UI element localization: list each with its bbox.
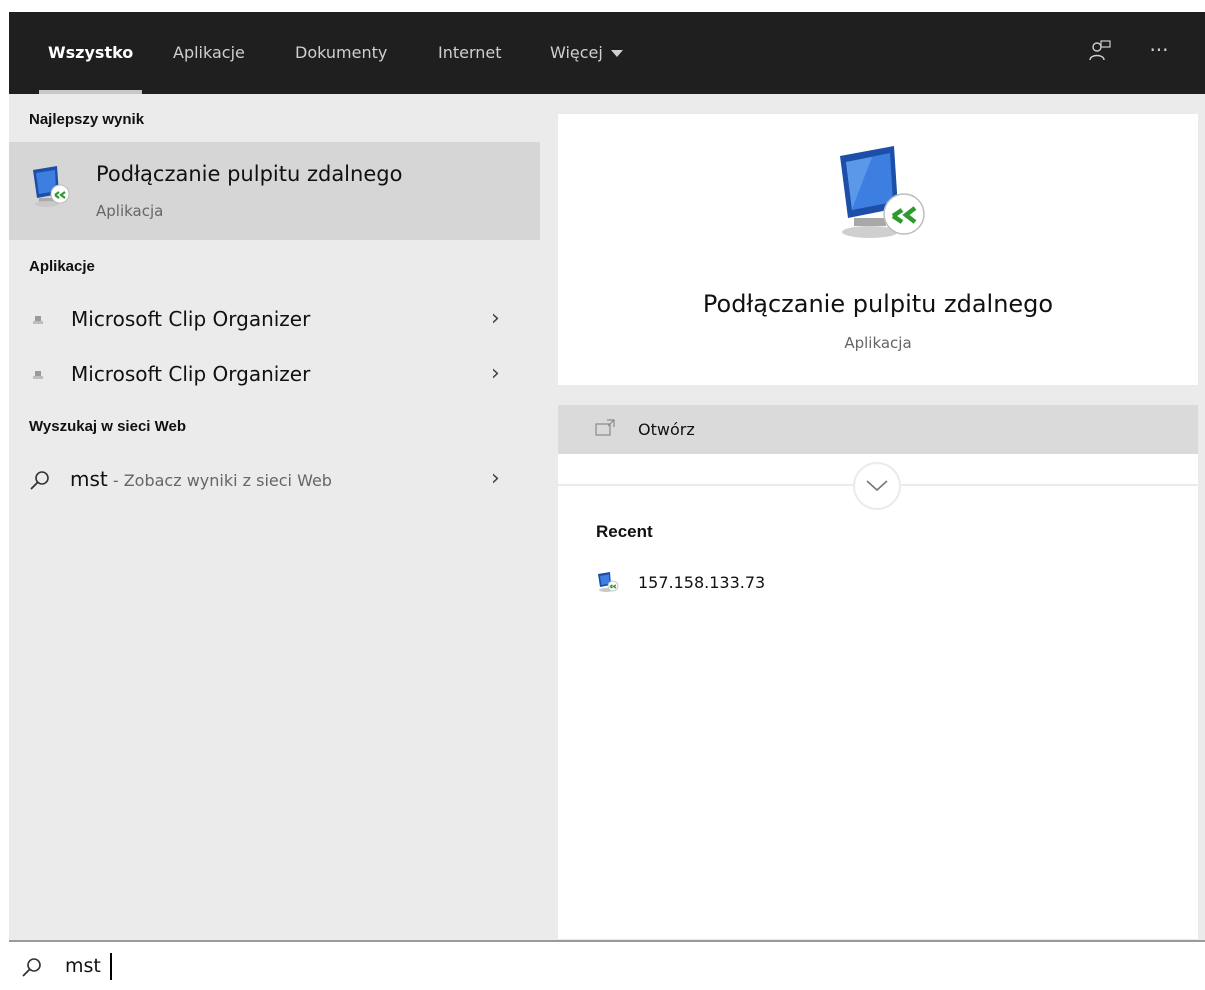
preview-subtitle: Aplikacja	[844, 334, 912, 352]
web-search-term: mst	[70, 467, 108, 491]
remote-desktop-icon	[598, 572, 619, 592]
tab-all[interactable]: Wszystko	[38, 12, 143, 94]
tab-more-label: Więcej	[550, 43, 603, 62]
search-icon	[22, 958, 41, 977]
remote-desktop-icon	[840, 146, 925, 238]
preview-pane: Podłączanie pulpitu zdalnego Aplikacja O…	[540, 94, 1205, 940]
top-strip	[0, 0, 1205, 12]
feedback-icon-graphic	[1089, 40, 1111, 61]
more-options-icon[interactable]: ···	[1145, 39, 1173, 67]
list-item-label: Microsoft Clip Organizer	[71, 362, 311, 386]
search-input[interactable]	[65, 951, 665, 981]
search-icon	[30, 471, 49, 490]
text-cursor	[110, 953, 112, 980]
recent-item[interactable]: 157.158.133.73	[590, 564, 890, 600]
caret-down-icon	[610, 50, 623, 57]
open-button[interactable]: Otwórz	[558, 405, 1198, 454]
expand-button[interactable]	[853, 462, 901, 510]
search-box	[9, 940, 1205, 990]
list-item-clip-organizer-1[interactable]: Microsoft Clip Organizer ›	[9, 294, 540, 346]
preview-title: Podłączanie pulpitu zdalnego	[702, 290, 1054, 318]
search-filter-bar: Wszystko Aplikacje Dokumenty Internet Wi…	[9, 12, 1205, 94]
chevron-right-icon[interactable]: ›	[491, 306, 500, 331]
preview-card: Podłączanie pulpitu zdalnego Aplikacja O…	[558, 114, 1198, 939]
chevron-right-icon[interactable]: ›	[491, 361, 500, 386]
web-search-hint: - Zobacz wyniki z sieci Web	[107, 471, 332, 490]
list-item-clip-organizer-2[interactable]: Microsoft Clip Organizer ›	[9, 349, 540, 401]
section-web-search: Wyszukaj w sieci Web	[29, 418, 187, 435]
best-match-subtitle: Aplikacja	[96, 202, 164, 220]
tab-more[interactable]: Więcej	[550, 12, 623, 94]
open-button-label: Otwórz	[638, 420, 695, 439]
best-match-title: Podłączanie pulpitu zdalnego	[96, 162, 403, 186]
section-best-match: Najlepszy wynik	[29, 111, 145, 128]
divider	[558, 385, 1198, 405]
recent-item-label: 157.158.133.73	[638, 573, 766, 592]
recent-heading: Recent	[596, 522, 653, 541]
open-icon	[595, 419, 615, 436]
list-item-label: Microsoft Clip Organizer	[71, 307, 311, 331]
left-edge	[0, 12, 9, 940]
web-search-item[interactable]: mst - Zobacz wyniki z sieci Web ›	[9, 454, 540, 506]
clip-organizer-icon	[33, 316, 43, 324]
tab-documents[interactable]: Dokumenty	[295, 12, 387, 94]
chevron-down-icon	[866, 480, 888, 492]
section-apps: Aplikacje	[29, 258, 95, 275]
best-match-item[interactable]: Podłączanie pulpitu zdalnego Aplikacja	[9, 142, 540, 240]
tab-apps[interactable]: Aplikacje	[173, 12, 245, 94]
clip-organizer-icon	[33, 371, 43, 379]
remote-desktop-icon	[33, 166, 70, 207]
tab-web[interactable]: Internet	[438, 12, 502, 94]
chevron-right-icon[interactable]: ›	[491, 466, 500, 491]
web-search-label: mst - Zobacz wyniki z sieci Web	[70, 467, 332, 491]
feedback-icon[interactable]	[1086, 39, 1114, 67]
results-list: Najlepszy wynik Podłączanie pulpitu zdal…	[9, 94, 540, 940]
